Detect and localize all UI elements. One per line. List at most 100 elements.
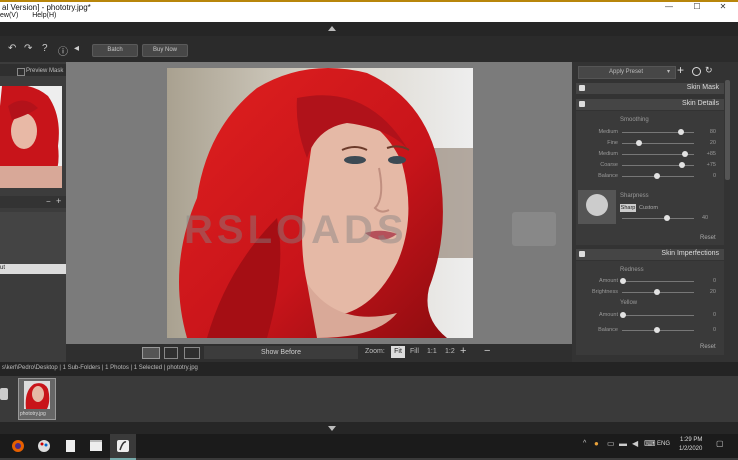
chevron-down-icon <box>328 426 336 431</box>
slider-row[interactable]: Medium 80 <box>588 128 718 138</box>
preset-dropdown[interactable]: Apply Preset ▾ <box>578 66 676 79</box>
buy-now-button[interactable]: Buy Now <box>142 44 188 57</box>
skin-details-header[interactable]: Skin Details <box>576 99 724 110</box>
slider-track[interactable] <box>622 143 694 144</box>
zoom-in-icon[interactable]: + <box>460 345 466 357</box>
slider-label: Medium <box>598 151 618 157</box>
right-panel-scrollbar[interactable] <box>725 80 730 180</box>
plus-icon[interactable]: + <box>56 196 61 206</box>
slider-label: Fine <box>607 140 618 146</box>
opacity-slider-knob[interactable] <box>664 215 670 221</box>
redo-icon[interactable]: ↷ <box>24 43 32 54</box>
slider-label: Brightness <box>592 289 618 295</box>
folder-item-selected[interactable]: ut <box>0 264 66 274</box>
slider-value: 80 <box>709 129 716 135</box>
paint-icon[interactable] <box>36 438 52 454</box>
menu-view[interactable]: ew(V) <box>0 12 18 19</box>
slider-row[interactable]: Balance 0 <box>588 172 718 182</box>
clock-date[interactable]: 1/2/2020 <box>679 446 702 452</box>
battery-icon[interactable]: ▬ <box>619 439 627 448</box>
side-by-side-view-icon[interactable] <box>184 347 200 359</box>
undo-icon[interactable]: ↶ <box>8 43 16 54</box>
reset-skin-details-button[interactable]: Reset <box>700 235 716 241</box>
main-photo[interactable] <box>167 68 473 338</box>
slider-knob[interactable] <box>654 173 660 179</box>
slider-knob[interactable] <box>620 278 626 284</box>
minus-icon[interactable]: − <box>46 197 51 206</box>
clock-time[interactable]: 1:29 PM <box>680 437 702 443</box>
slider-value: 0 <box>712 173 716 179</box>
onedrive-icon[interactable]: ● <box>594 439 599 448</box>
skin-mask-checkbox[interactable] <box>579 85 585 91</box>
show-before-button[interactable]: Show Before <box>204 346 358 359</box>
close-button[interactable]: ✕ <box>714 2 732 12</box>
minimize-button[interactable]: — <box>660 2 678 12</box>
navigator-thumbnail[interactable] <box>0 84 62 188</box>
skin-mask-header[interactable]: Skin Mask <box>576 83 724 94</box>
slider-row[interactable]: Amount 0 <box>588 311 718 321</box>
bottom-panel-toggle[interactable] <box>0 422 738 434</box>
zoom-label: Zoom: <box>365 348 385 355</box>
network-icon[interactable]: ▭ <box>607 439 615 448</box>
zoom-fill-button[interactable]: Fill <box>410 348 419 355</box>
show-hidden-icons-icon[interactable]: ^ <box>583 440 586 447</box>
language-indicator[interactable]: ENG <box>657 441 670 447</box>
preview-mask-checkbox[interactable] <box>17 68 25 76</box>
slider-row[interactable]: Medium +85 <box>588 150 718 160</box>
maximize-button[interactable]: ☐ <box>688 2 706 12</box>
zoom-out-icon[interactable]: − <box>484 345 490 357</box>
slider-knob[interactable] <box>636 140 642 146</box>
zoom-fit-button[interactable]: Fit <box>391 346 405 358</box>
slider-row[interactable]: Fine 20 <box>588 139 718 149</box>
skin-imperfections-body <box>576 261 724 355</box>
slider-track[interactable] <box>622 315 694 316</box>
slider-knob[interactable] <box>654 289 660 295</box>
firefox-icon[interactable] <box>10 438 26 454</box>
slider-track[interactable] <box>622 281 694 282</box>
slider-knob[interactable] <box>620 312 626 318</box>
active-app-button[interactable] <box>110 434 136 460</box>
info-icon[interactable]: ⓘ <box>58 43 68 58</box>
slider-row[interactable]: Brightness 20 <box>588 288 718 298</box>
zoom-1-2-button[interactable]: 1:2 <box>445 348 455 355</box>
status-path: s\kerl\Pedro\Desktop | 1 Sub-Folders | 1… <box>2 365 198 371</box>
reset-skin-imperfections-button[interactable]: Reset <box>700 344 716 350</box>
slider-knob[interactable] <box>678 129 684 135</box>
help-icon[interactable]: ? <box>42 43 48 54</box>
document-icon[interactable] <box>62 438 78 454</box>
slider-row[interactable]: Amount 0 <box>588 277 718 287</box>
zoom-1-1-button[interactable]: 1:1 <box>427 348 437 355</box>
custom-toggle[interactable]: Custom <box>639 205 658 211</box>
split-view-icon[interactable] <box>164 347 178 359</box>
slider-knob[interactable] <box>679 162 685 168</box>
notifications-icon[interactable]: ▢ <box>716 439 724 448</box>
skin-imperfections-checkbox[interactable] <box>579 251 585 257</box>
slider-knob[interactable] <box>654 327 660 333</box>
batch-button[interactable]: Batch <box>92 44 138 57</box>
slider-knob[interactable] <box>682 151 688 157</box>
opacity-slider-track[interactable] <box>622 218 694 219</box>
slider-value: +85 <box>706 151 716 157</box>
media-icon[interactable] <box>88 438 104 454</box>
input-method-icon[interactable]: ⌨ <box>644 439 656 448</box>
app-icon <box>117 440 129 452</box>
skin-details-checkbox[interactable] <box>579 101 585 107</box>
filmstrip: phototry.jpg <box>0 376 738 422</box>
sharp-toggle[interactable]: Sharp <box>620 204 636 212</box>
watermark-badge <box>512 212 556 246</box>
refresh-icon[interactable]: ↻ <box>705 65 713 76</box>
settings-icon[interactable] <box>692 67 701 76</box>
volume-icon[interactable]: ◀ <box>632 439 638 448</box>
menu-help[interactable]: Help(H) <box>32 12 56 19</box>
slider-row[interactable]: Coarse +75 <box>588 161 718 171</box>
opacity-value: 40 <box>702 215 709 221</box>
single-view-icon[interactable] <box>142 347 160 359</box>
status-bar: s\kerl\Pedro\Desktop | 1 Sub-Folders | 1… <box>0 362 738 376</box>
top-panel-toggle[interactable] <box>0 22 738 36</box>
skin-imperfections-header[interactable]: Skin Imperfections <box>576 249 724 260</box>
filmstrip-thumbnail[interactable]: phototry.jpg <box>18 378 56 420</box>
share-icon[interactable]: ◂ <box>74 43 79 54</box>
folder-icon[interactable] <box>0 388 8 400</box>
add-preset-icon[interactable]: + <box>677 63 684 77</box>
slider-row[interactable]: Balance 0 <box>588 326 718 336</box>
